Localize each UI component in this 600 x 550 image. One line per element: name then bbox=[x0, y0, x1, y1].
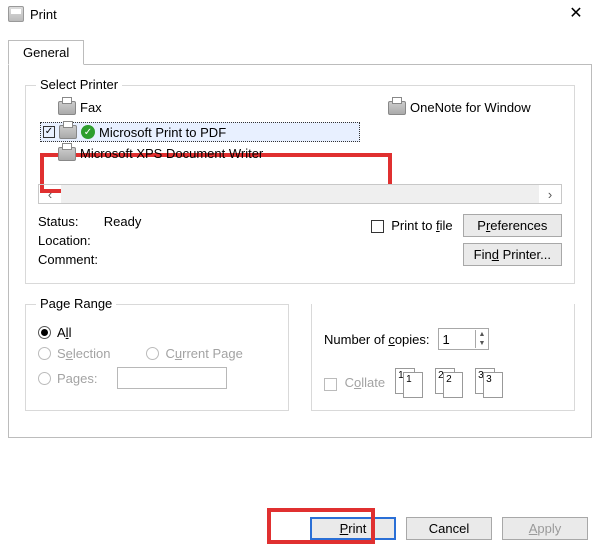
collate-preview-icon: 22 bbox=[435, 368, 465, 398]
radio-all-label: All bbox=[57, 325, 71, 340]
apply-button: Apply bbox=[502, 517, 588, 540]
spinner-down-icon[interactable]: ▼ bbox=[476, 339, 489, 348]
printer-list-scrollbar[interactable]: ‹ › bbox=[38, 184, 562, 204]
collate-preview-icon: 11 bbox=[395, 368, 425, 398]
checkbox-icon bbox=[324, 378, 337, 391]
radio-icon bbox=[38, 372, 51, 385]
printer-item-mspdf[interactable]: ✓ ✓ Microsoft Print to PDF bbox=[40, 122, 360, 142]
status-label: Status: bbox=[38, 214, 78, 229]
comment-label: Comment: bbox=[38, 252, 371, 267]
radio-selection-label: Selection bbox=[57, 346, 110, 361]
cancel-button[interactable]: Cancel bbox=[406, 517, 492, 540]
pages-input[interactable] bbox=[117, 367, 227, 389]
scroll-left-icon[interactable]: ‹ bbox=[39, 187, 61, 202]
printer-label: Microsoft Print to PDF bbox=[99, 125, 226, 140]
window-title: Print bbox=[30, 7, 560, 22]
close-button[interactable]: ✕ bbox=[560, 6, 592, 22]
radio-icon bbox=[146, 347, 159, 360]
printer-icon bbox=[388, 101, 406, 115]
printer-label: OneNote for Window bbox=[410, 100, 531, 115]
legend-page-range: Page Range bbox=[36, 296, 116, 311]
check-icon: ✓ bbox=[43, 126, 55, 138]
printer-icon bbox=[59, 125, 77, 139]
copies-input[interactable] bbox=[439, 332, 475, 347]
scroll-right-icon[interactable]: › bbox=[539, 187, 561, 202]
radio-all[interactable]: All bbox=[38, 325, 276, 340]
pdf-badge-icon: ✓ bbox=[81, 125, 95, 139]
printer-item-xps[interactable]: Microsoft XPS Document Writer bbox=[58, 146, 263, 161]
collate-preview-icon: 33 bbox=[475, 368, 505, 398]
spinner-up-icon[interactable]: ▲ bbox=[476, 330, 489, 339]
radio-pages-label: Pages: bbox=[57, 371, 97, 386]
radio-icon bbox=[38, 326, 51, 339]
preferences-button[interactable]: Preferences bbox=[463, 214, 562, 237]
printer-list: Fax ✓ ✓ Microsoft Print to PDF Microsoft… bbox=[38, 100, 562, 178]
status-value: Ready bbox=[104, 214, 142, 229]
collate-label: Collate bbox=[345, 375, 385, 390]
location-label: Location: bbox=[38, 233, 371, 248]
scroll-track[interactable] bbox=[61, 185, 539, 203]
print-to-file-label: Print to file bbox=[391, 218, 452, 233]
tab-general[interactable]: General bbox=[8, 40, 84, 65]
print-button[interactable]: Print bbox=[310, 517, 396, 540]
group-copies: Number of copies: ▲ ▼ Collate 11 bbox=[311, 304, 575, 411]
copies-spinner[interactable]: ▲ ▼ bbox=[438, 328, 490, 350]
printer-icon bbox=[58, 147, 76, 161]
collate-checkbox: Collate bbox=[324, 375, 385, 390]
group-page-range: Page Range All Selection Current Page Pa… bbox=[25, 304, 289, 411]
find-printer-button[interactable]: Find Printer... bbox=[463, 243, 562, 266]
printer-item-onenote[interactable]: OneNote for Window bbox=[388, 100, 531, 115]
printer-item-fax[interactable]: Fax bbox=[58, 100, 102, 115]
printer-label: Microsoft XPS Document Writer bbox=[80, 146, 263, 161]
copies-label: Number of copies: bbox=[324, 332, 430, 347]
radio-icon bbox=[38, 347, 51, 360]
print-to-file-checkbox[interactable]: Print to file bbox=[371, 218, 453, 233]
legend-select-printer: Select Printer bbox=[36, 77, 122, 92]
checkbox-icon bbox=[371, 220, 384, 233]
printer-icon bbox=[58, 101, 76, 115]
group-select-printer: Select Printer Fax ✓ ✓ Microsoft Print t… bbox=[25, 85, 575, 284]
printer-label: Fax bbox=[80, 100, 102, 115]
printer-app-icon bbox=[8, 6, 24, 22]
radio-current-label: Current Page bbox=[165, 346, 242, 361]
